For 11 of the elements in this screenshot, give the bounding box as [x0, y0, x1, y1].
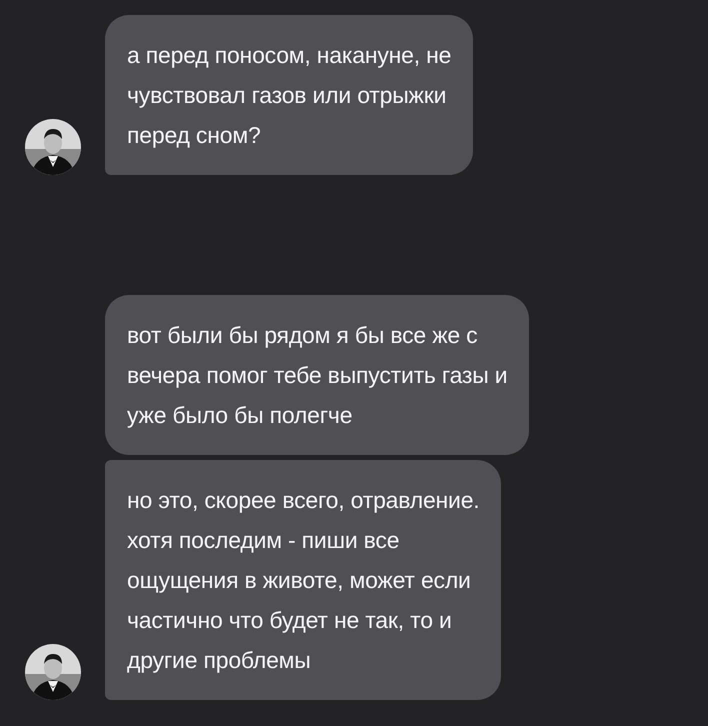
message-text: хотя последим - пиши все	[127, 526, 400, 555]
message-text: уже было бы полегче	[127, 401, 354, 430]
message-text: чувствовал газов или отрыжки	[127, 81, 448, 110]
message-text: частично что будет не так, то и	[127, 606, 453, 635]
message-text: а перед поносом, накануне, не	[127, 41, 452, 70]
message-text: другие проблемы	[127, 646, 312, 675]
message-text: но это, скорее всего, отравление.	[127, 486, 480, 515]
message-text: вот были бы рядом я бы все же с	[127, 321, 478, 350]
message-text: ощущения в животе, может если	[127, 566, 472, 595]
message-text: перед сном?	[127, 121, 262, 150]
message-text: вечера помог тебе выпустить газы и	[127, 361, 508, 390]
